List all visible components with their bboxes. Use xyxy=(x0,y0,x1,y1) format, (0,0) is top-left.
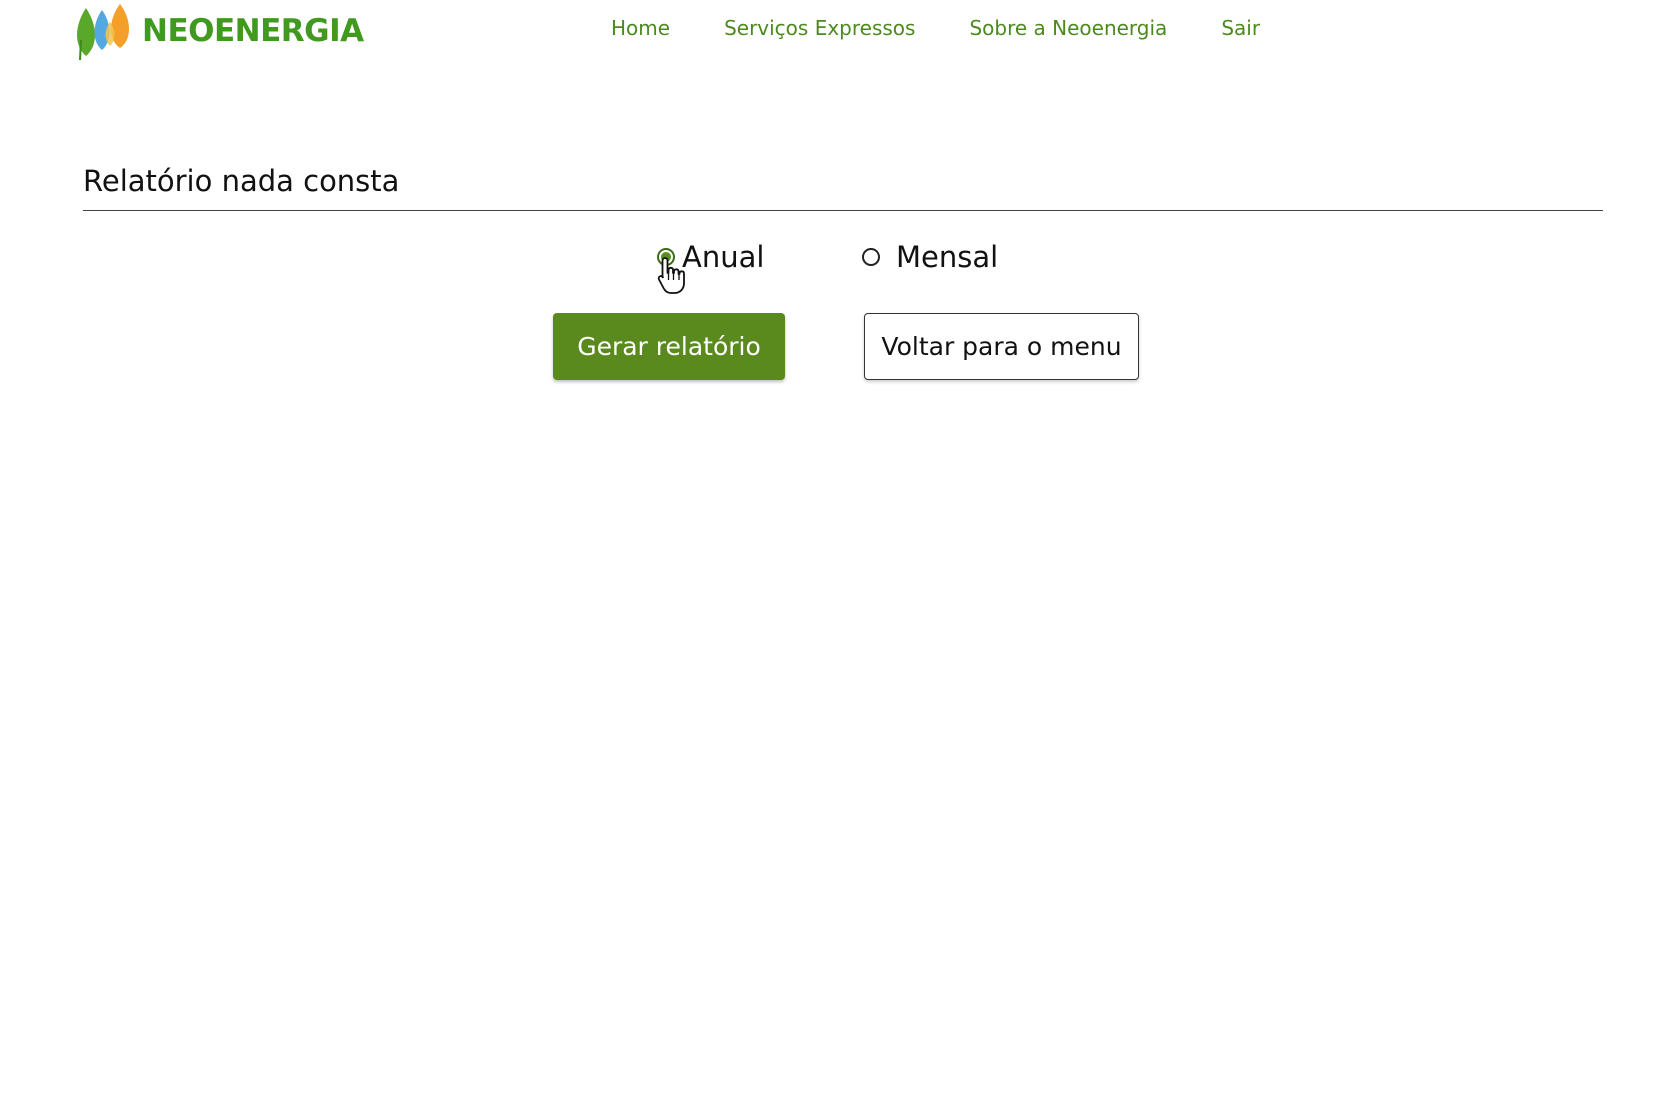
radio-mensal-label: Mensal xyxy=(896,240,999,274)
back-to-menu-button[interactable]: Voltar para o menu xyxy=(864,313,1139,380)
generate-report-button[interactable]: Gerar relatório xyxy=(553,313,785,380)
hand-pointer-icon xyxy=(657,257,685,294)
nav-servicos-expressos[interactable]: Serviços Expressos xyxy=(724,16,915,40)
neoenergia-logo[interactable]: NEOENERGIA xyxy=(72,2,364,60)
nav-sobre-neoenergia[interactable]: Sobre a Neoenergia xyxy=(969,16,1167,40)
page-title: Relatório nada consta xyxy=(83,164,400,198)
radio-mensal-button[interactable] xyxy=(862,248,880,267)
page: NEOENERGIA Home Serviços Expressos Sobre… xyxy=(0,0,1680,1118)
radio-mensal[interactable]: Mensal xyxy=(862,240,998,275)
logo-leaves-icon xyxy=(77,4,129,60)
logo-text: NEOENERGIA xyxy=(142,12,364,49)
site-header: NEOENERGIA Home Serviços Expressos Sobre… xyxy=(0,0,1680,64)
title-divider xyxy=(83,210,1603,211)
nav-sair[interactable]: Sair xyxy=(1221,16,1260,40)
main-nav: Home Serviços Expressos Sobre a Neoenerg… xyxy=(611,16,1260,40)
radio-anual-label: Anual xyxy=(682,240,765,274)
nav-home[interactable]: Home xyxy=(611,16,670,40)
